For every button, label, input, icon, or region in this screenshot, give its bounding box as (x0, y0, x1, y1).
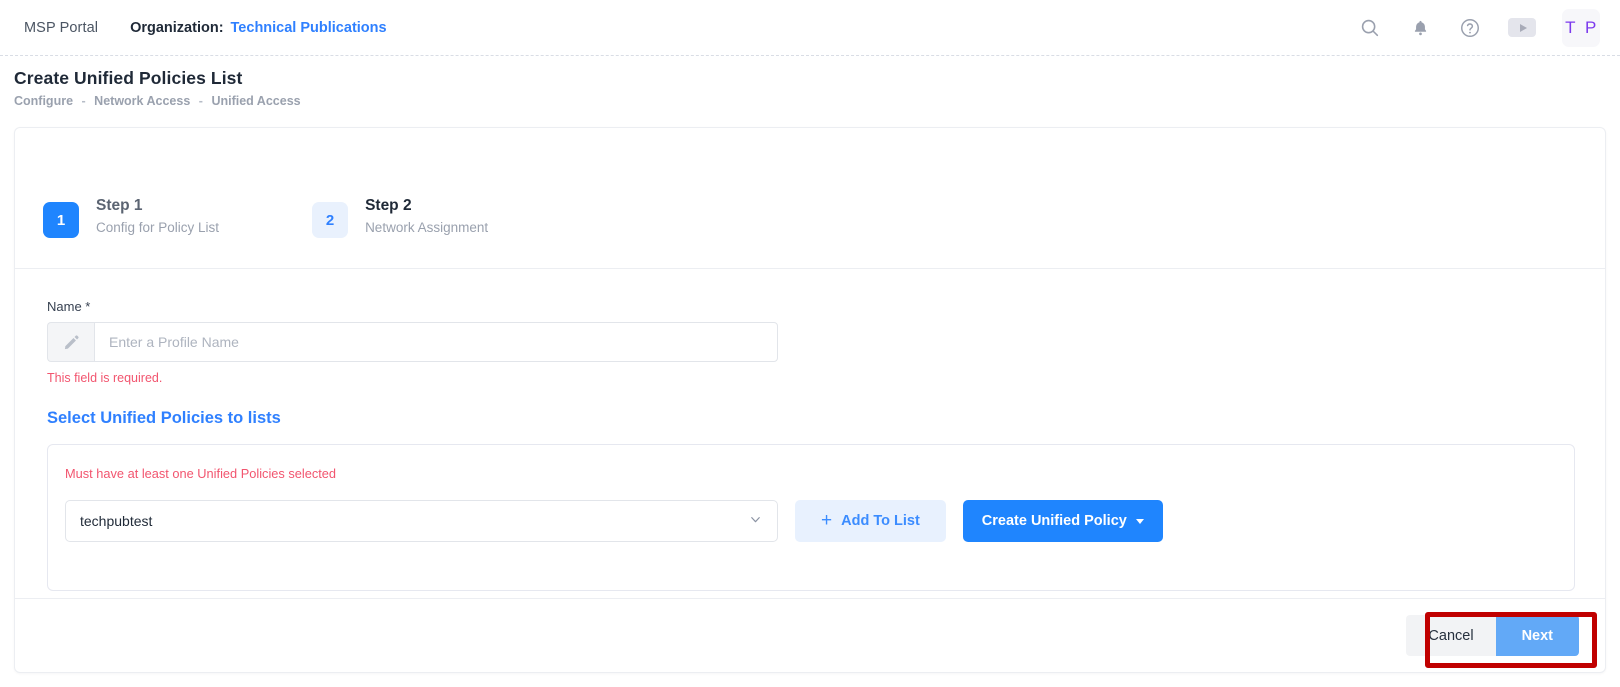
policy-selection-card: Must have at least one Unified Policies … (47, 444, 1575, 591)
wizard-footer: Cancel Next (15, 598, 1605, 672)
next-button[interactable]: Next (1495, 615, 1579, 656)
create-unified-policy-button[interactable]: Create Unified Policy (962, 500, 1163, 542)
page-title: Create Unified Policies List (14, 68, 243, 88)
policy-selection-error: Must have at least one Unified Policies … (65, 466, 337, 481)
name-input[interactable] (94, 322, 778, 362)
policy-select[interactable]: techpubtest (65, 500, 778, 542)
bell-icon[interactable] (1408, 16, 1432, 40)
step-2-text: Step 2 Network Assignment (365, 196, 488, 235)
policy-selection-row: techpubtest + Add To List Create Unified… (65, 500, 1574, 542)
wizard-stepper: 1 Step 1 Config for Policy List 2 Step 2… (15, 128, 1605, 268)
breadcrumb-separator: - (81, 94, 86, 108)
app-root: MSP Portal Organization: Technical Publi… (0, 0, 1620, 687)
plus-icon: + (821, 509, 833, 531)
chevron-down-icon (748, 512, 763, 530)
caret-down-icon (1135, 518, 1144, 524)
topbar-actions: T P (1358, 8, 1620, 47)
pencil-icon (47, 322, 94, 362)
create-unified-policy-label: Create Unified Policy (981, 513, 1127, 529)
name-field-error: This field is required. (47, 371, 163, 385)
top-navigation-bar: MSP Portal Organization: Technical Publi… (0, 0, 1620, 56)
page-header: Create Unified Policies List Configure -… (0, 56, 1620, 108)
play-icon[interactable] (1508, 18, 1536, 37)
cancel-button[interactable]: Cancel (1406, 615, 1496, 656)
step-1-subtitle: Config for Policy List (96, 220, 220, 236)
add-to-list-label: Add To List (841, 513, 920, 529)
step-1-badge: 1 (43, 202, 79, 238)
organization-value[interactable]: Technical Publications (231, 20, 387, 36)
organization-selector[interactable]: Organization: Technical Publications (130, 20, 387, 36)
topbar-left-group: MSP Portal Organization: Technical Publi… (0, 20, 387, 36)
step-1[interactable]: 1 Step 1 Config for Policy List (43, 196, 219, 238)
breadcrumb-item-configure[interactable]: Configure (14, 94, 73, 108)
wizard-form: Name * This field is required. Select Un… (15, 269, 1605, 591)
wizard-card: 1 Step 1 Config for Policy List 2 Step 2… (14, 127, 1606, 673)
step-1-title: Step 1 (96, 197, 143, 214)
search-icon[interactable] (1358, 16, 1382, 40)
section-title-select-policies: Select Unified Policies to lists (47, 409, 281, 427)
name-input-group (47, 322, 778, 362)
step-2-subtitle: Network Assignment (365, 220, 489, 236)
app-name[interactable]: MSP Portal (24, 20, 98, 36)
step-1-text: Step 1 Config for Policy List (96, 196, 219, 235)
step-2-title: Step 2 (365, 197, 412, 214)
help-icon[interactable] (1458, 16, 1482, 40)
avatar[interactable]: T P (1562, 8, 1600, 47)
organization-label: Organization: (130, 19, 224, 36)
add-to-list-button[interactable]: + Add To List (795, 500, 946, 542)
breadcrumb-separator: - (198, 94, 203, 108)
policy-select-value: techpubtest (80, 513, 153, 529)
step-2-badge: 2 (312, 202, 349, 238)
breadcrumb-item-network-access[interactable]: Network Access (94, 94, 190, 108)
play-triangle (1519, 23, 1527, 32)
breadcrumb: Configure - Network Access - Unified Acc… (14, 94, 1620, 108)
name-field-label: Name * (47, 299, 91, 314)
step-2[interactable]: 2 Step 2 Network Assignment (312, 196, 488, 238)
breadcrumb-item-unified-access[interactable]: Unified Access (211, 94, 300, 108)
